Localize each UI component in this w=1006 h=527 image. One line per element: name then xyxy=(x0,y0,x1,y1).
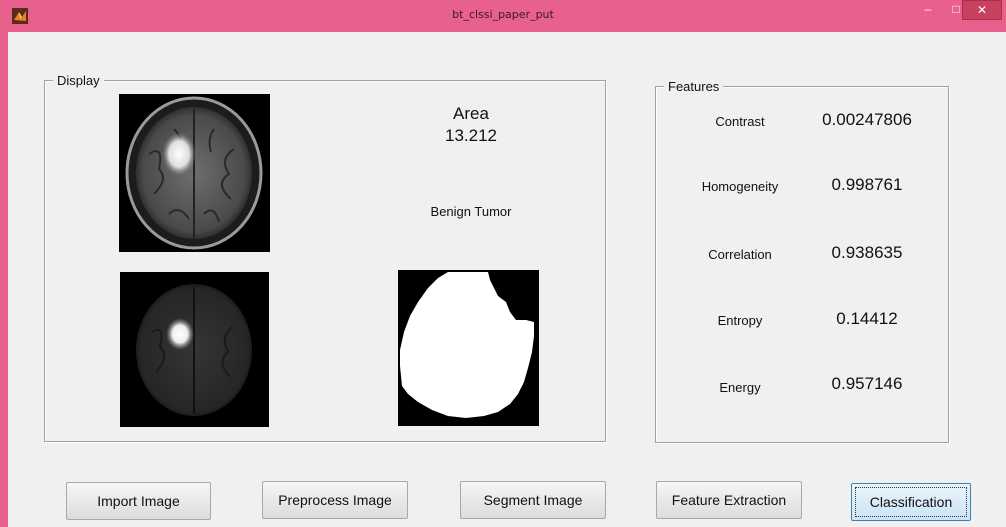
segmentation-mask-image xyxy=(398,270,539,426)
feature-label-correlation: Correlation xyxy=(708,247,772,262)
feature-value-homogeneity: 0.998761 xyxy=(831,175,903,194)
feature-value-correlation: 0.938635 xyxy=(831,243,903,262)
feature-label-energy: Energy xyxy=(719,380,761,395)
window-title: bt_clssi_paper_put xyxy=(452,8,554,21)
area-label: Area xyxy=(453,104,489,123)
feature-extraction-button[interactable]: Feature Extraction xyxy=(656,481,802,519)
feature-label-homogeneity: Homogeneity xyxy=(701,179,779,194)
preprocessed-mri-image xyxy=(120,272,269,427)
preprocess-image-button[interactable]: Preprocess Image xyxy=(262,481,408,519)
feature-value-energy: 0.957146 xyxy=(831,374,903,393)
figure-client-area: Display Area 13.212 Benign Tumor Feature… xyxy=(8,32,1006,527)
feature-value-contrast: 0.00247806 xyxy=(822,110,912,129)
features-panel-title: Features xyxy=(664,79,724,94)
feature-value-entropy: 0.14412 xyxy=(836,309,898,328)
original-mri-image xyxy=(119,94,270,252)
display-panel-title: Display xyxy=(53,73,104,88)
area-value: 13.212 xyxy=(445,126,497,145)
title-bar: bt_clssi_paper_put – □ ✕ xyxy=(0,0,1006,32)
feature-label-entropy: Entropy xyxy=(717,313,763,328)
minimize-button[interactable]: – xyxy=(916,0,940,20)
import-image-button[interactable]: Import Image xyxy=(66,482,211,520)
feature-label-contrast: Contrast xyxy=(715,114,765,129)
classification-button[interactable]: Classification xyxy=(851,483,971,521)
classification-result: Benign Tumor xyxy=(430,204,512,219)
segment-image-button[interactable]: Segment Image xyxy=(460,481,606,519)
close-button[interactable]: ✕ xyxy=(962,0,1002,20)
focus-rectangle xyxy=(855,487,967,517)
